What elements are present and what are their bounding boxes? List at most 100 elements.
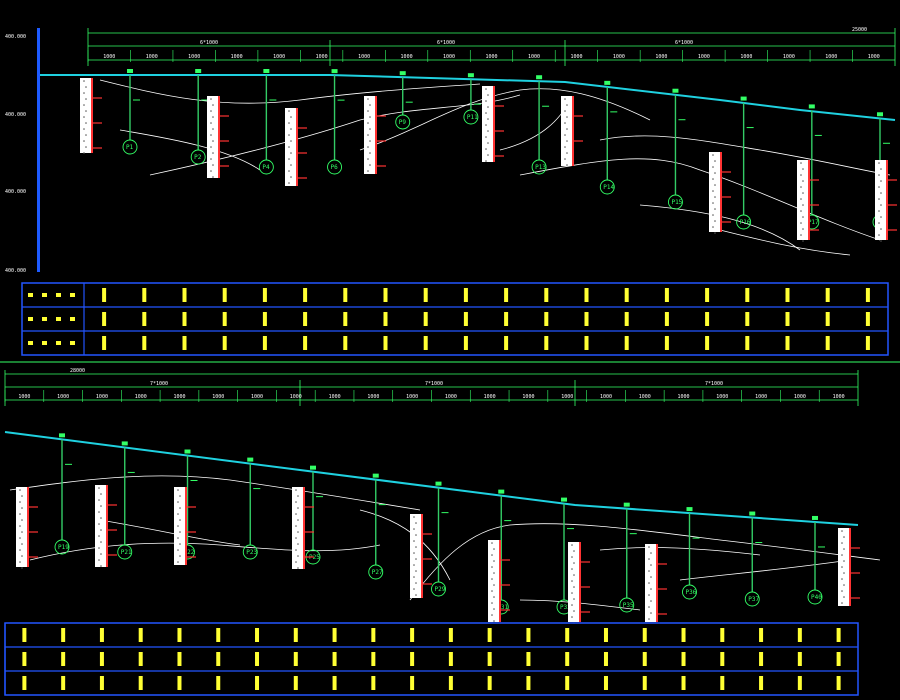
table-row-header <box>42 317 47 321</box>
borehole-dot <box>295 501 297 503</box>
borehole-dot <box>493 548 495 550</box>
table-row-header <box>56 293 61 297</box>
table-cell-value <box>423 312 428 326</box>
borehole-dot <box>566 140 568 142</box>
table-cell-value <box>825 336 830 350</box>
spacing-label: 1000 <box>96 394 108 400</box>
spacing-label: 1000 <box>613 54 625 60</box>
pile-cap <box>435 481 442 486</box>
borehole-dot <box>841 602 843 604</box>
table-row-header <box>70 293 75 297</box>
borehole-dot <box>100 505 102 507</box>
borehole-dot <box>714 172 716 174</box>
borehole-dot <box>843 536 845 538</box>
table-cell-value <box>865 288 870 302</box>
borehole-dot <box>491 614 493 616</box>
table-row-header <box>70 317 75 321</box>
table-cell-value <box>255 676 260 690</box>
table-cell-value <box>759 628 764 642</box>
borehole-dot <box>177 537 179 539</box>
spacing-label: 1000 <box>358 54 370 60</box>
pile-cap <box>263 69 270 73</box>
table-cell-value <box>332 652 337 666</box>
borehole-dot <box>367 110 369 112</box>
table-cell-value <box>371 652 376 666</box>
borehole-dot <box>297 507 299 509</box>
table-row-header <box>28 317 33 321</box>
borehole-dot <box>564 158 566 160</box>
borehole-dot <box>297 531 299 533</box>
table-cell-value <box>487 628 492 642</box>
borehole-dot <box>367 98 369 100</box>
borehole-dot <box>98 559 100 561</box>
borehole-dot <box>571 616 573 618</box>
borehole-dot <box>19 537 21 539</box>
borehole-dot <box>493 608 495 610</box>
borehole-dot <box>21 567 23 569</box>
borehole-dot <box>297 495 299 497</box>
pile-cap <box>399 71 406 76</box>
pile-tag-label: P29 <box>435 586 446 593</box>
borehole-dot <box>566 128 568 130</box>
borehole-dot <box>487 94 489 96</box>
borehole-dot <box>179 519 181 521</box>
table-cell-value <box>216 676 221 690</box>
table-cell-value <box>526 676 531 690</box>
borehole-dot <box>85 146 87 148</box>
borehole-dot <box>714 220 716 222</box>
pile-tag-label: P15 <box>671 199 682 206</box>
pile-cap <box>331 69 338 74</box>
borehole-dot <box>177 561 179 563</box>
borehole-dot <box>179 507 181 509</box>
borehole-dot <box>85 134 87 136</box>
borehole-dot <box>295 549 297 551</box>
table-cell-value <box>343 336 348 350</box>
table-cell-value <box>487 652 492 666</box>
borehole-dot <box>297 519 299 521</box>
borehole-dot <box>800 210 802 212</box>
borehole-dot <box>564 134 566 136</box>
borehole-dot <box>179 555 181 557</box>
table-cell-value <box>262 336 267 350</box>
boreholes-top <box>80 78 897 242</box>
borehole-dot <box>413 564 415 566</box>
borehole-dot <box>415 582 417 584</box>
table-cell-value <box>745 288 750 302</box>
top-section: 400.000 400.000 400.000 400.000 25000 6*… <box>5 27 897 356</box>
borehole-dot <box>566 104 568 106</box>
table-cell-value <box>255 628 260 642</box>
borehole-dot <box>19 561 21 563</box>
borehole-dot <box>843 584 845 586</box>
borehole-dot <box>210 110 212 112</box>
table-cell-value <box>142 288 147 302</box>
table-cell-value <box>22 628 27 642</box>
pile-cap <box>310 465 316 470</box>
borehole-dot <box>648 546 650 548</box>
borehole-dot <box>210 122 212 124</box>
spacing-label: 1000 <box>188 54 200 60</box>
spacing-label: 1000 <box>655 54 667 60</box>
borehole-dot <box>802 180 804 182</box>
borehole-dot <box>650 588 652 590</box>
borehole-dot <box>100 565 102 567</box>
borehole-dot <box>800 162 802 164</box>
table-cell-value <box>603 676 608 690</box>
borehole-dot <box>491 554 493 556</box>
spacing-label: 1000 <box>600 394 612 400</box>
table-cell-value <box>182 312 187 326</box>
borehole-dot <box>415 522 417 524</box>
table-cell-value <box>664 312 669 326</box>
table-cell-value <box>61 676 66 690</box>
spacing-label: 1000 <box>783 54 795 60</box>
borehole-dot <box>210 170 212 172</box>
pile-cap <box>623 502 630 507</box>
borehole-dot <box>367 146 369 148</box>
table-cell-value <box>423 336 428 350</box>
table-cell-value <box>785 288 790 302</box>
borehole-dot <box>288 110 290 112</box>
borehole-dot <box>487 118 489 120</box>
borehole-dot <box>564 110 566 112</box>
elevation-label: 400.000 <box>5 34 26 40</box>
borehole-dot <box>841 578 843 580</box>
borehole-dot <box>485 100 487 102</box>
